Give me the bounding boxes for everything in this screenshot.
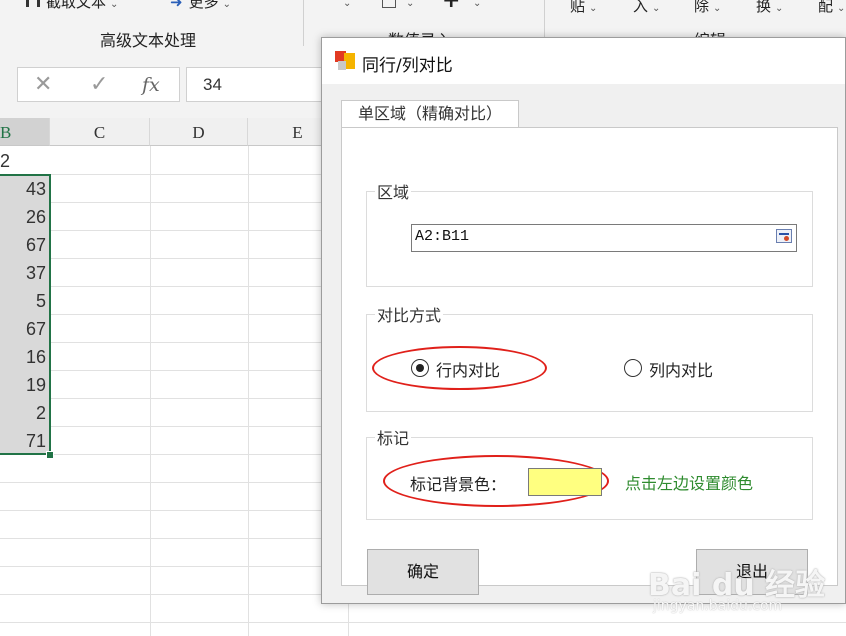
chevron-down-icon[interactable]: ⌄ [343, 0, 351, 9]
mark-hint: 点击左边设置颜色 [625, 474, 754, 493]
compare-dialog: 同行/列对比 单区域（精确对比） 区域 A2:B11 对比方式 行内对比 列内对… [321, 37, 846, 604]
mark-bg-label: 标记背景色： [410, 475, 507, 494]
fx-icon[interactable]: fx [142, 74, 160, 96]
radio-col-compare-label[interactable]: 列内对比 [649, 357, 713, 381]
fill-icon[interactable] [382, 0, 396, 8]
grid-line [248, 146, 249, 636]
chevron-down-icon: ⌄ [652, 3, 661, 14]
confirm-icon[interactable]: ✓ [90, 72, 108, 97]
column-header-d[interactable]: D [150, 118, 248, 146]
grid-line [150, 146, 151, 636]
ribbon-divider [303, 0, 304, 46]
chevron-down-icon: ⌄ [713, 3, 722, 14]
app-icon [335, 51, 355, 71]
radio-col-compare[interactable] [624, 359, 642, 377]
watermark-url: jingyan.baidu.com [653, 598, 783, 614]
color-swatch[interactable] [528, 468, 602, 496]
delete-button[interactable]: 除 ⌄ [694, 0, 721, 16]
ok-button[interactable]: 确定 [367, 549, 479, 595]
selection-range [0, 174, 51, 455]
dialog-title: 同行/列对比 [362, 56, 453, 76]
mark-group-label: 标记 [375, 425, 412, 449]
insert-button[interactable]: 入 ⌄ [633, 0, 660, 16]
cell-b1[interactable]: 2 [0, 146, 50, 174]
compare-mode-label: 对比方式 [375, 302, 444, 326]
chevron-down-icon: ⌄ [589, 3, 598, 14]
arrow-right-icon: ➜ [170, 0, 183, 11]
more-button[interactable]: ➜ 更多 ⌄ [170, 0, 231, 12]
dialog-titlebar[interactable]: 同行/列对比 [322, 38, 845, 84]
radio-row-compare-label[interactable]: 行内对比 [436, 357, 500, 381]
range-group: 区域 A2:B11 [366, 179, 813, 287]
range-select-icon[interactable] [776, 229, 792, 243]
paste-button[interactable]: 贴 ⌄ [570, 0, 597, 16]
chevron-down-icon[interactable]: ⌄ [473, 0, 481, 9]
chevron-down-icon: ⌄ [837, 3, 846, 14]
formula-buttons: ✕ ✓ fx [17, 67, 180, 102]
match-button[interactable]: 配 ⌄ [818, 0, 845, 16]
radio-row-compare[interactable] [411, 359, 429, 377]
range-value: A2:B11 [415, 228, 470, 245]
radio-selected-dot [416, 364, 424, 372]
fill-handle[interactable] [46, 451, 54, 459]
replace-button[interactable]: 换 ⌄ [756, 0, 783, 16]
chevron-down-icon: ⌄ [775, 3, 784, 14]
group-label-advanced-text: 高级文本处理 [100, 31, 197, 50]
chevron-down-icon: ⌄ [110, 0, 119, 10]
column-header-c[interactable]: C [50, 118, 150, 146]
plus-icon[interactable]: + [442, 0, 460, 13]
column-header-b[interactable]: B [0, 118, 50, 146]
mark-group: 标记 标记背景色： 点击左边设置颜色 [366, 425, 813, 520]
range-input[interactable]: A2:B11 [411, 224, 797, 252]
chevron-down-icon: ⌄ [222, 0, 231, 10]
cancel-icon[interactable]: ✕ [34, 72, 52, 97]
tab-panel: 区域 A2:B11 对比方式 行内对比 列内对比 标记 标记背景色： 点击左边设… [341, 127, 838, 595]
tab-single-range[interactable]: 单区域（精确对比） [341, 100, 519, 128]
capture-text-button[interactable]: 截取文本 ⌄ [26, 0, 118, 12]
columns-icon [26, 0, 40, 7]
chevron-down-icon[interactable]: ⌄ [406, 0, 414, 9]
watermark: Bai du 经验 jingyan.baidu.com [648, 560, 825, 624]
compare-mode-group: 对比方式 行内对比 列内对比 [366, 302, 813, 412]
range-group-label: 区域 [375, 179, 412, 203]
